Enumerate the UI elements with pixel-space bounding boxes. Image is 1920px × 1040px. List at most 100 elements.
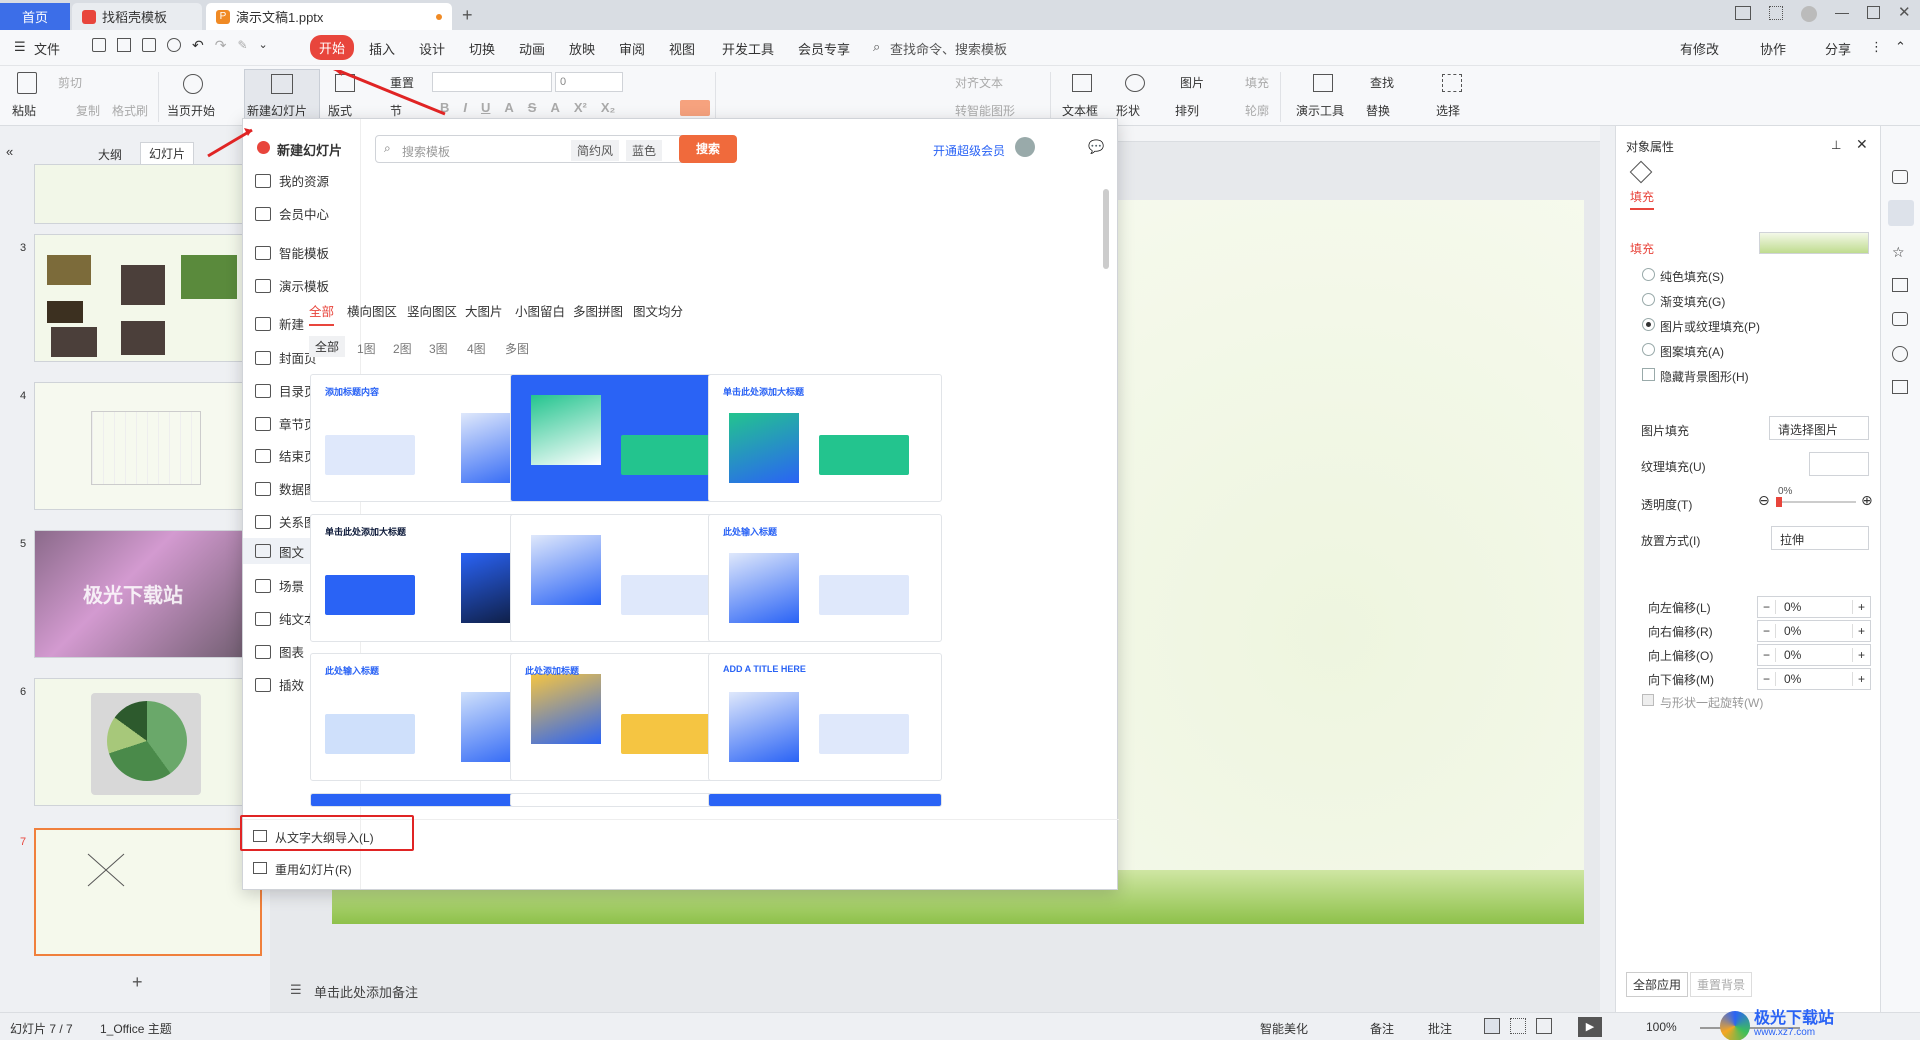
- font-size-combo[interactable]: 0: [555, 72, 623, 92]
- category-tab[interactable]: 全部: [309, 301, 335, 326]
- strike-icon[interactable]: S: [528, 100, 537, 115]
- collaborate-button[interactable]: 协作: [1760, 39, 1786, 58]
- slide-thumb-3[interactable]: [34, 234, 262, 362]
- popup-side-item[interactable]: 目录页: [255, 381, 317, 400]
- decrement-icon[interactable]: −: [1758, 600, 1776, 614]
- slider-thumb[interactable]: [1776, 497, 1782, 507]
- present-tool-icon[interactable]: [1313, 74, 1333, 92]
- copy-button[interactable]: 复制: [76, 102, 100, 119]
- template-card[interactable]: 添加标题内容: [310, 374, 544, 502]
- tab-home[interactable]: 首页: [0, 3, 70, 30]
- placement-select[interactable]: 拉伸: [1771, 526, 1869, 550]
- redo-icon[interactable]: ↷: [215, 38, 227, 52]
- subcategory-tab[interactable]: 1图: [357, 340, 376, 357]
- fill-section-header[interactable]: 填充: [1630, 240, 1654, 257]
- more-icon[interactable]: ⌄: [259, 38, 268, 52]
- select-icon[interactable]: [1442, 74, 1462, 92]
- popup-side-item[interactable]: 会员中心: [255, 204, 329, 223]
- category-tab[interactable]: 小图留白: [515, 301, 565, 320]
- animation-pane-icon[interactable]: [1892, 170, 1908, 184]
- decrement-icon[interactable]: −: [1758, 648, 1776, 662]
- fill-preview-combo[interactable]: [1759, 232, 1869, 254]
- menu-insert[interactable]: 插入: [369, 39, 395, 58]
- close-icon[interactable]: ✕: [1898, 5, 1911, 22]
- offset-spinner[interactable]: −0% +: [1757, 644, 1871, 666]
- restore-icon[interactable]: [1867, 6, 1880, 19]
- popup-side-item[interactable]: 智能模板: [255, 243, 329, 262]
- menu-design[interactable]: 设计: [419, 39, 445, 58]
- underline-icon[interactable]: U: [481, 100, 490, 115]
- popup-scrollbar[interactable]: [1103, 189, 1109, 269]
- transparency-slider[interactable]: [1776, 501, 1856, 503]
- shape-button[interactable]: 形状: [1116, 102, 1140, 119]
- menu-review[interactable]: 审阅: [619, 39, 645, 58]
- category-tab[interactable]: 横向图区: [347, 301, 397, 320]
- reading-view-icon[interactable]: [1536, 1018, 1552, 1034]
- pattern-fill-radio[interactable]: [1642, 343, 1655, 356]
- tab-template[interactable]: 找稻壳模板: [72, 3, 202, 30]
- vip-link[interactable]: 开通超级会员: [933, 142, 1005, 159]
- popup-side-item[interactable]: 封面页: [255, 348, 317, 367]
- popup-side-item[interactable]: 章节页: [255, 414, 317, 433]
- template-card[interactable]: 此处输入标题: [310, 653, 544, 781]
- popup-side-item[interactable]: 纯文本: [255, 609, 317, 628]
- popup-side-item[interactable]: 演示模板: [255, 276, 329, 295]
- font-color-icon[interactable]: A: [550, 100, 559, 115]
- tag-minimal[interactable]: 简约风: [571, 140, 620, 161]
- print-icon[interactable]: [142, 38, 156, 52]
- gradient-fill-radio[interactable]: [1642, 293, 1655, 306]
- slide-thumb-7[interactable]: [34, 828, 262, 956]
- command-search[interactable]: 查找命令、搜索模板: [890, 39, 1007, 58]
- pin-icon[interactable]: ⊥: [1831, 138, 1841, 152]
- textbox-icon[interactable]: [1072, 74, 1092, 92]
- slides-tab[interactable]: 幻灯片: [140, 142, 195, 165]
- avatar[interactable]: [1015, 137, 1035, 157]
- reuse-slides-button[interactable]: 重用幻灯片(R): [275, 861, 352, 878]
- has-changes-button[interactable]: 有修改: [1680, 39, 1719, 58]
- picture-button[interactable]: 图片: [1180, 74, 1204, 91]
- template-card[interactable]: [310, 793, 544, 807]
- template-card[interactable]: ADD A TITLE HERE: [708, 653, 942, 781]
- offset-spinner[interactable]: −0% +: [1757, 596, 1871, 618]
- slide-thumb-5[interactable]: 极光下载站: [34, 530, 262, 658]
- popup-side-item[interactable]: 结束页: [255, 446, 317, 465]
- preview-icon[interactable]: [167, 38, 181, 52]
- replace-button[interactable]: 替换: [1366, 102, 1390, 119]
- select-button[interactable]: 选择: [1436, 102, 1460, 119]
- popup-side-item[interactable]: 我的资源: [255, 171, 329, 190]
- comments-toggle[interactable]: 批注: [1428, 1020, 1452, 1037]
- slide-thumb-4[interactable]: [34, 382, 262, 510]
- arrange-button[interactable]: 排列: [1175, 102, 1199, 119]
- slide-thumb-6[interactable]: [34, 678, 262, 806]
- subcategory-tab[interactable]: 全部: [309, 336, 346, 357]
- more-menu-icon[interactable]: ⋮: [1870, 39, 1883, 55]
- popup-side-item[interactable]: 场景: [255, 576, 304, 595]
- properties-pane-icon[interactable]: [1888, 200, 1914, 226]
- backup-icon[interactable]: [1892, 312, 1908, 326]
- play-slideshow-button[interactable]: ▶: [1578, 1017, 1602, 1037]
- collapse-ribbon-icon[interactable]: ⌃: [1895, 39, 1906, 55]
- reset-background-button[interactable]: 重置背景: [1690, 972, 1753, 997]
- rotate-with-shape-checkbox[interactable]: [1642, 694, 1654, 706]
- subcategory-tab[interactable]: 2图: [393, 340, 412, 357]
- solid-fill-radio[interactable]: [1642, 268, 1655, 281]
- outline-button[interactable]: 轮廓: [1245, 102, 1269, 119]
- file-menu[interactable]: 文件: [34, 39, 60, 58]
- zoom-value[interactable]: 100%: [1646, 1020, 1677, 1034]
- increment-icon[interactable]: +: [1852, 624, 1870, 638]
- template-card[interactable]: [708, 793, 942, 807]
- category-tab[interactable]: 竖向图区: [407, 301, 457, 320]
- template-card[interactable]: 此处输入标题: [708, 514, 942, 642]
- popup-side-item[interactable]: 插效: [255, 675, 304, 694]
- superscript-icon[interactable]: X²: [574, 100, 587, 115]
- cut-button[interactable]: 剪切: [58, 74, 82, 91]
- find-button[interactable]: 查找: [1370, 74, 1394, 91]
- tab-document[interactable]: P 演示文稿1.pptx: [206, 3, 452, 30]
- plus-icon[interactable]: ⊕: [1861, 492, 1873, 509]
- offset-spinner[interactable]: −0% +: [1757, 668, 1871, 690]
- subcategory-tab[interactable]: 3图: [429, 340, 448, 357]
- category-tab[interactable]: 大图片: [465, 301, 503, 320]
- outline-tab[interactable]: 大纲: [98, 146, 122, 163]
- present-tool-button[interactable]: 演示工具: [1296, 102, 1344, 119]
- search-icon[interactable]: ⌕: [873, 39, 880, 55]
